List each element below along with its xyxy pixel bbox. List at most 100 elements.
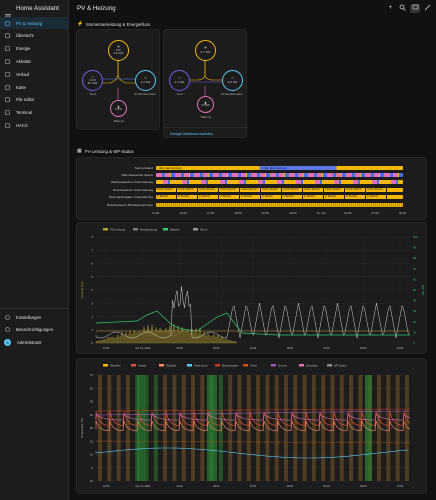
legend-swatch xyxy=(299,364,304,367)
app-title: Home Assistant xyxy=(16,5,59,12)
power-chart[interactable]: PV-Leistung Netzspeisung Batterie Strom 0 1 2 3… xyxy=(77,223,428,355)
sidebar-item-einstellungen[interactable]: Einstellungen xyxy=(0,311,69,323)
legend-swatch xyxy=(103,228,108,231)
solar-panel-icon xyxy=(5,21,10,26)
y-tick-label: 10 xyxy=(90,453,94,457)
edit-icon[interactable] xyxy=(423,4,432,13)
sidebar-item-label: Übersicht xyxy=(16,33,34,38)
grid-label-2: Netz xyxy=(165,92,195,96)
grid-node-2[interactable]: ⌂ 4.1 kW xyxy=(169,70,190,91)
timeline-bar[interactable]: Über dem Horizont Unter dem Horizont xyxy=(156,166,403,170)
y-tick-label: 0 xyxy=(91,466,93,470)
timeline-segment-label: Außer Betrieb xyxy=(220,188,236,191)
timeline-tick-label: 02:00 xyxy=(344,211,351,215)
timeline-segment-label: In Betrieb xyxy=(325,195,336,198)
status-band xyxy=(238,375,242,481)
sidebar-item-terminal[interactable]: Terminal xyxy=(0,107,69,119)
sidebar-item-file-editor[interactable]: File editor xyxy=(0,94,69,106)
timeline-bar[interactable] xyxy=(156,180,403,184)
flash-icon: ⚡ xyxy=(77,21,83,27)
energy-flow-card-1: ☀ 9 W 0.12 kW ⌂ 4.1 W 51.2 kW ⌂ 1.2 kW ▮… xyxy=(76,29,160,130)
y2-tick-label: 0 xyxy=(413,341,415,345)
sidebar-item-verlauf[interactable]: Verlauf xyxy=(0,68,69,80)
legend-label: Brauchwasser xyxy=(222,364,239,368)
section-title: PV-Leistung & WP-Status xyxy=(85,149,134,154)
x-tick-label: 06:00 xyxy=(213,484,220,488)
x-tick-label: 18:00 xyxy=(287,346,294,350)
sidebar-item-benachrichtigungen[interactable]: Benachrichtigungen xyxy=(0,324,69,336)
sidebar-item-label: Karte xyxy=(16,85,26,90)
solar-node[interactable]: ☀ 9 W 0.12 kW xyxy=(108,40,129,61)
sidebar-item-hacs[interactable]: HACS xyxy=(0,119,69,131)
y2-tick-label: 20 xyxy=(413,320,417,324)
temperature-chart[interactable]: Aktuelles Vorlauf Rücklauf Außentemp. Brauch… xyxy=(77,359,428,495)
y2-tick-label: 40 xyxy=(413,299,417,303)
timeline-tick-label: 16:00 xyxy=(207,211,214,215)
y-tick-label: 70 xyxy=(90,373,94,377)
grid-node[interactable]: ⌂ 4.1 W 51.2 kW xyxy=(82,70,103,91)
timeline-segment-label: In Betrieb xyxy=(283,195,294,198)
legend-swatch xyxy=(187,364,192,367)
sidebar-item--bersicht[interactable]: Übersicht xyxy=(0,30,69,42)
battery-node[interactable]: ▮ 9.4 W xyxy=(110,100,127,117)
status-band xyxy=(182,375,186,481)
x-tick-label: 06:00 xyxy=(213,346,220,350)
home-node-2[interactable]: ⌂ 4.6 kW xyxy=(222,70,243,91)
search-icon[interactable] xyxy=(398,4,407,13)
legend-label: Außentemp. xyxy=(194,364,208,368)
status-band xyxy=(284,375,288,481)
x-tick-label: 12:00 xyxy=(397,346,404,350)
timeline-row: Brauchwasser Zirkulationspumpe xyxy=(81,202,411,207)
section-energy-flow-title: ⚡ Momentanleistung & Energiefluss xyxy=(77,21,150,27)
legend-label: Vorlauf xyxy=(138,364,146,368)
x-tick-label: 12:00 xyxy=(176,346,183,350)
section-pv-title: ▦ PV-Leistung & WP-Status xyxy=(77,148,134,154)
home-icon xyxy=(5,33,10,38)
solar-node-2[interactable]: ☀ 0.7 kW xyxy=(195,40,216,61)
status-timeline-card: Sonnenstand Über dem Horizont Unter dem Ho… xyxy=(76,157,427,220)
x-tick-label: Apr 13, 2024 xyxy=(135,346,150,350)
map-icon xyxy=(5,85,10,90)
x-tick-label: 12:00 xyxy=(103,484,110,488)
menu-icon[interactable] xyxy=(5,6,10,11)
sidebar-item-aktivit-t[interactable]: Aktivität xyxy=(0,55,69,67)
timeline-bar[interactable] xyxy=(156,203,403,207)
timeline-segment-label: In Betrieb xyxy=(241,195,252,198)
legend-swatch xyxy=(163,228,168,231)
timeline-bar[interactable]: In Betrieb In Betrieb In Betrieb In Betrieb… xyxy=(156,195,403,199)
legend-label: Tacho xyxy=(250,364,257,368)
timeline-segment-label: Außer Betrieb xyxy=(283,188,299,191)
x-tick-label: 12:00 xyxy=(176,484,183,488)
y2-tick-label: 80 xyxy=(413,256,417,260)
sidebar-item-karte[interactable]: Karte xyxy=(0,81,69,93)
sidebar-item-pv-heizung[interactable]: PV & Heizung xyxy=(0,17,69,29)
timeline-row-label: Wärmetauscher Unterstützung xyxy=(81,180,153,184)
legend-swatch xyxy=(193,228,198,231)
x-tick-label: 18:00 xyxy=(287,484,294,488)
legend-swatch xyxy=(103,364,108,367)
battery-node-2[interactable]: ▮ 5.4 kW xyxy=(197,96,214,113)
sidebar-item-label: Benachrichtigungen xyxy=(16,327,53,332)
add-icon[interactable]: + xyxy=(386,4,395,13)
sidebar-item-energie[interactable]: Energie xyxy=(0,43,69,55)
timeline-segment-label: Außer Betrieb xyxy=(241,188,257,191)
avatar: A xyxy=(4,339,11,346)
legend-label: Aktuelles xyxy=(110,364,121,368)
timeline-segment-label: Außer Betrieb xyxy=(304,188,320,191)
y2-axis-label: SoC (%) xyxy=(421,285,425,296)
status-band xyxy=(256,375,260,481)
sidebar-item-administrator[interactable]: A Administrator xyxy=(0,336,69,348)
y-axis-label: Temperatur (°C) xyxy=(80,418,84,438)
temperature-chart-card: Aktuelles Vorlauf Rücklauf Außentemp. Brauch… xyxy=(76,358,427,494)
assist-icon[interactable] xyxy=(410,4,420,13)
timeline-segment-label: In Betrieb xyxy=(199,195,210,198)
timeline-bar[interactable] xyxy=(156,173,403,177)
x-tick-label: 06:00 xyxy=(360,346,367,350)
x-tick-label: 00:00 xyxy=(323,346,330,350)
y-tick-label: 40 xyxy=(90,413,94,417)
y2-tick-label: 10 xyxy=(413,330,417,334)
energy-dashboard-link[interactable]: Energie Dashboard aufrufen xyxy=(170,132,213,136)
home-node[interactable]: ⌂ 1.2 kW xyxy=(135,70,156,91)
bell-icon xyxy=(5,327,10,332)
timeline-bar[interactable]: Außer Betrieb Außer Betrieb Außer Betrieb A… xyxy=(156,188,403,192)
